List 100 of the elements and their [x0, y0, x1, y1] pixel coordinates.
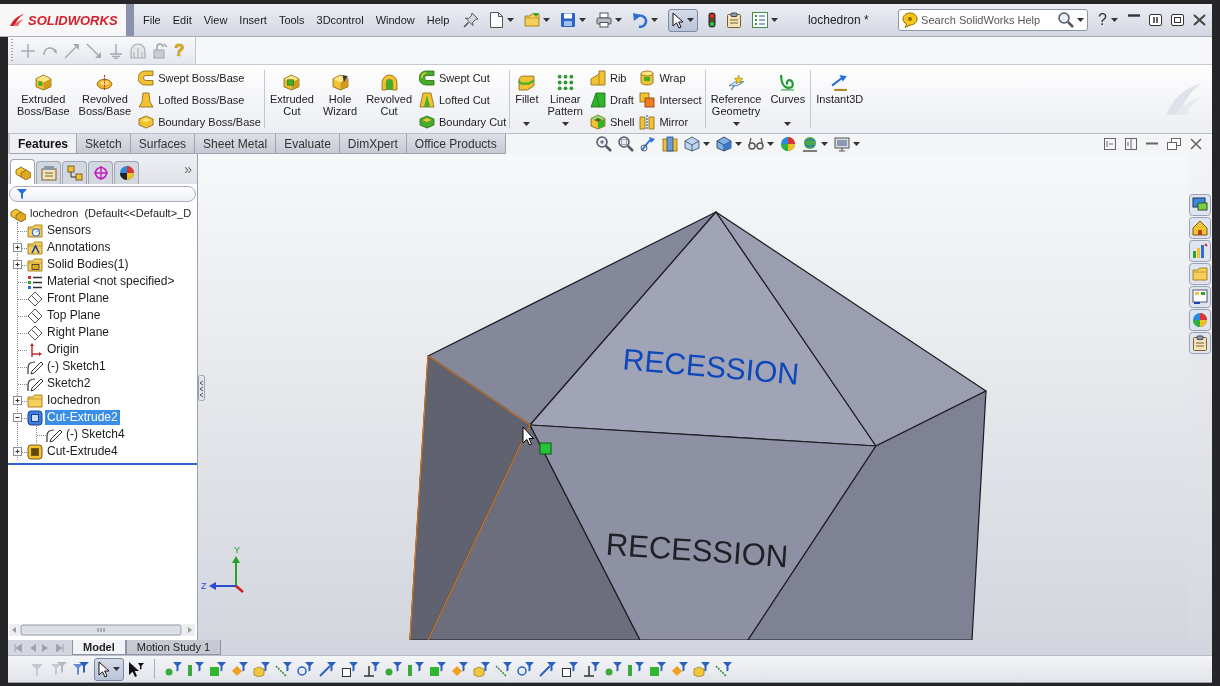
caret-icon[interactable]	[852, 142, 860, 146]
horizontal-scrollbar[interactable]	[9, 624, 195, 636]
splitter-handle-icon[interactable]	[198, 375, 205, 401]
command-button[interactable]: Shell	[589, 114, 635, 130]
search-icon[interactable]	[1058, 12, 1075, 28]
magnifier-icon[interactable]	[617, 136, 634, 152]
expand-icon[interactable]	[13, 243, 22, 252]
tree-item[interactable]: Right Plane	[45, 325, 112, 340]
clipboard-icon[interactable]	[726, 12, 743, 28]
help-button[interactable]: ?	[1098, 11, 1118, 29]
home-icon[interactable]	[1189, 217, 1211, 239]
study-tab[interactable]: Motion Study 1	[125, 640, 222, 655]
funnel-icon[interactable]	[297, 661, 315, 677]
tree-item[interactable]: Origin	[45, 342, 81, 357]
funnel-icon[interactable]	[165, 661, 183, 677]
command-button[interactable]: Mirror	[639, 114, 702, 130]
funnel-icon[interactable]	[187, 661, 205, 677]
funnel-icon[interactable]	[495, 661, 513, 677]
funnel-icon[interactable]	[429, 661, 447, 677]
color-wheel-icon[interactable]	[1189, 309, 1211, 331]
command-button[interactable]: Wrap	[639, 70, 702, 86]
study-tab[interactable]: Model	[72, 640, 126, 655]
chart-icon[interactable]	[1189, 240, 1211, 262]
tree-item[interactable]: (-) Sketch4	[64, 427, 127, 442]
funnel-icon[interactable]	[319, 661, 337, 677]
arrow-circle-icon[interactable]	[639, 136, 656, 152]
globe-icon[interactable]	[801, 136, 818, 152]
command-button[interactable]: Boundary Boss/Base	[138, 114, 261, 130]
funnel-icon[interactable]	[561, 661, 579, 677]
select-button[interactable]	[668, 8, 699, 32]
document-icon[interactable]	[489, 12, 505, 28]
funnel-icon[interactable]	[72, 661, 90, 677]
command-tab[interactable]: Features	[10, 134, 78, 154]
menu-item[interactable]: Tools	[272, 11, 311, 29]
select-button[interactable]	[94, 657, 124, 681]
command-button[interactable]: Instant3D	[814, 68, 866, 130]
collapse-icon[interactable]	[13, 413, 22, 422]
funnel-icon[interactable]	[253, 661, 271, 677]
command-button[interactable]: Revolved Boss/Base	[76, 68, 134, 130]
caret-icon[interactable]	[579, 18, 587, 22]
command-tab[interactable]: Office Products	[406, 134, 506, 154]
printer-icon[interactable]	[596, 12, 613, 28]
clipboard-icon[interactable]	[1189, 332, 1211, 354]
traffic-light-icon[interactable]	[708, 12, 717, 28]
tree-item[interactable]: Material <not specified>	[45, 274, 177, 289]
sliced-block-icon[interactable]	[661, 136, 678, 152]
tree-item[interactable]: Annotations	[45, 240, 113, 255]
funnel-icon[interactable]	[341, 661, 359, 677]
funnel-icon[interactable]	[671, 661, 689, 677]
command-button[interactable]: Fillet	[513, 68, 541, 130]
funnel-icon[interactable]	[583, 661, 601, 677]
command-button[interactable]: Curves	[768, 68, 808, 130]
tree-item[interactable]: Solid Bodies(1)	[45, 257, 131, 272]
cube-icon[interactable]	[715, 136, 732, 152]
close-icon[interactable]	[1193, 14, 1206, 26]
command-tab[interactable]: DimXpert	[339, 134, 407, 154]
menu-item[interactable]: View	[197, 11, 234, 29]
restore-icon[interactable]	[1167, 138, 1181, 150]
command-tab[interactable]: Sheet Metal	[195, 134, 277, 154]
command-button[interactable]: Revolved Cut	[364, 68, 414, 130]
command-button[interactable]: Lofted Boss/Base	[138, 92, 261, 108]
handle-icon[interactable]	[539, 442, 552, 455]
tree-item[interactable]: Iochedron	[45, 393, 103, 408]
layout-icon[interactable]	[1189, 286, 1211, 308]
caret-icon[interactable]	[615, 18, 623, 22]
caret-icon[interactable]	[734, 142, 742, 146]
caret-icon[interactable]	[651, 18, 659, 22]
command-button[interactable]: Linear Pattern	[545, 68, 585, 130]
caret-icon[interactable]	[543, 18, 551, 22]
caret-icon[interactable]	[771, 18, 779, 22]
funnel-icon[interactable]	[539, 661, 557, 677]
tile-icon[interactable]	[1149, 14, 1162, 26]
funnel-icon[interactable]	[275, 661, 293, 677]
expand-icon[interactable]	[13, 447, 22, 456]
command-button[interactable]: Hole Wizard	[320, 68, 360, 130]
command-button[interactable]: Draft	[589, 92, 635, 108]
funnel-icon[interactable]	[693, 661, 711, 677]
color-wheel-icon[interactable]	[779, 136, 796, 152]
pushpin-icon[interactable]	[463, 12, 480, 28]
menu-item[interactable]: File	[137, 11, 167, 29]
command-button[interactable]: Intersect	[639, 92, 702, 108]
cube-icon[interactable]	[683, 136, 700, 152]
command-tab[interactable]: Evaluate	[276, 134, 340, 154]
tree-item[interactable]: Top Plane	[45, 308, 103, 323]
undo-icon[interactable]	[632, 12, 649, 28]
funnel-icon[interactable]	[649, 661, 667, 677]
panel-tab[interactable]	[114, 161, 139, 184]
command-tab[interactable]: Surfaces	[130, 134, 196, 154]
menu-item[interactable]: Window	[369, 11, 421, 29]
funnel-icon[interactable]	[715, 661, 733, 677]
tree-item[interactable]: Cut-Extrude4	[45, 444, 120, 459]
funnel-icon[interactable]	[605, 661, 623, 677]
command-button[interactable]: Reference Geometry	[708, 68, 764, 130]
caret-icon[interactable]	[1077, 18, 1085, 22]
command-button[interactable]: Extruded Boss/Base	[15, 68, 72, 130]
command-button[interactable]: Rib	[589, 70, 635, 86]
glasses-icon[interactable]	[747, 136, 764, 152]
caret-icon[interactable]	[702, 142, 710, 146]
funnel-icon[interactable]	[209, 661, 227, 677]
funnel-icon[interactable]	[407, 661, 425, 677]
